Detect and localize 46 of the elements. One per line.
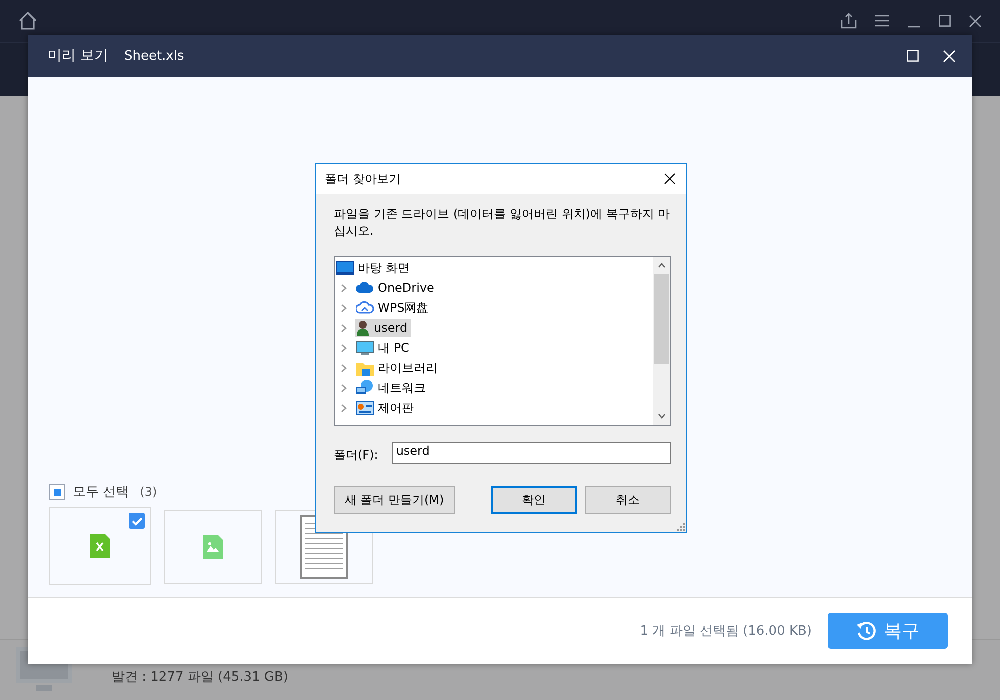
tree-item[interactable]: 내 PC <box>355 338 412 358</box>
close-icon <box>943 50 956 62</box>
scrollbar-thumb[interactable] <box>654 274 669 364</box>
dialog-button[interactable]: 확인 <box>491 486 577 514</box>
tree-item[interactable]: OneDrive <box>355 280 438 296</box>
monitor-icon <box>356 340 374 356</box>
history-icon <box>856 621 876 641</box>
cloud-icon <box>356 301 374 315</box>
spreadsheet-file-icon <box>90 534 110 558</box>
dialog-button[interactable]: 취소 <box>585 486 671 514</box>
maximize-icon <box>907 50 919 62</box>
control-panel-icon <box>356 401 374 415</box>
status-text: 발견 : 1277 파일 (45.31 GB) <box>112 669 288 686</box>
share-icon[interactable] <box>841 13 857 29</box>
modal-title: 미리 보기 <box>48 47 108 65</box>
folder-input[interactable]: userd <box>392 442 671 464</box>
file-thumbnail[interactable] <box>164 510 262 584</box>
dialog-button[interactable]: 새 폴더 만들기(M) <box>334 486 455 514</box>
close-icon[interactable] <box>969 14 982 28</box>
file-thumbnail[interactable] <box>49 507 151 585</box>
file-name: Sheet.xls <box>124 48 184 64</box>
maximize-icon[interactable] <box>939 15 951 27</box>
user-icon <box>356 320 370 336</box>
select-all-label: 모두 선택 <box>73 484 130 501</box>
image-file-icon <box>203 535 223 559</box>
home-icon[interactable] <box>18 12 38 30</box>
close-icon <box>664 173 676 185</box>
selection-summary: 1 개 파일 선택됨 (16.00 KB) <box>640 623 812 640</box>
menu-icon[interactable] <box>875 15 889 27</box>
network-icon <box>356 380 374 396</box>
tree-item[interactable]: userd <box>355 319 411 337</box>
tree-item[interactable]: 바탕 화면 <box>335 258 413 278</box>
tree-item[interactable]: 라이브러리 <box>355 358 441 378</box>
warning-message: 파일을 기존 드라이브 (데이터를 잃어버린 위치)에 복구하지 마십시오. <box>334 206 671 240</box>
check-icon <box>129 513 145 529</box>
folder-label: 폴더(F): <box>334 447 378 464</box>
tree-item[interactable]: 네트워크 <box>355 378 429 398</box>
folder-icon <box>356 360 374 376</box>
tree-item[interactable]: 제어판 <box>355 398 417 418</box>
dialog-title: 폴더 찾아보기 <box>325 170 401 188</box>
item-count: (3) <box>140 485 158 499</box>
select-all-checkbox[interactable] <box>49 484 65 500</box>
tree-item[interactable]: WPS网盘 <box>355 298 432 318</box>
cloud-icon <box>356 282 374 294</box>
desktop-icon <box>336 261 354 275</box>
resize-grip-icon[interactable] <box>677 523 685 531</box>
